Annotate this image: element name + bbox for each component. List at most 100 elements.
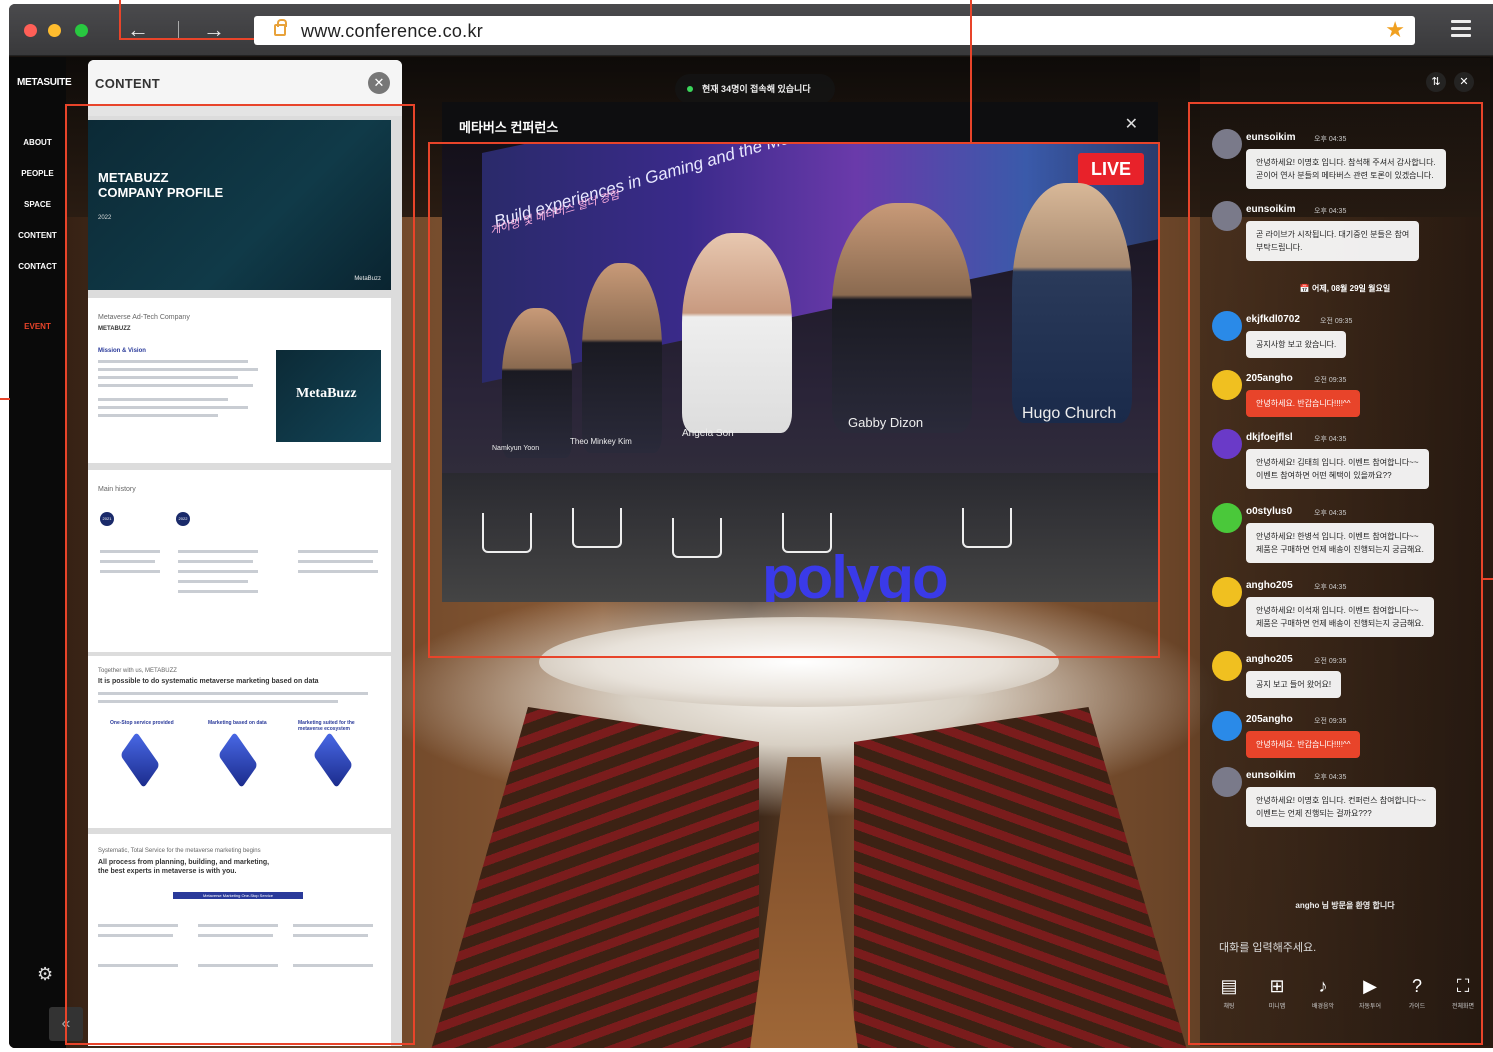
- text-line: [98, 368, 258, 371]
- text-line: [98, 700, 338, 703]
- live-badge: LIVE: [1078, 153, 1144, 185]
- sidebar-item-contact[interactable]: CONTACT: [9, 262, 66, 271]
- page4-col1: One-Stop service provided: [110, 720, 174, 726]
- browser-toolbar: ← → www.conference.co.kr ★: [9, 4, 1493, 56]
- text-line: [100, 550, 160, 553]
- text-line: [293, 924, 373, 927]
- year-badge: 2022: [176, 512, 190, 526]
- chat-username[interactable]: eunsoikim: [1246, 132, 1295, 143]
- close-icon[interactable]: ✕: [1125, 114, 1138, 134]
- pdf-viewer-toolbar[interactable]: [88, 104, 402, 116]
- collapse-sidebar-button[interactable]: «: [49, 1007, 83, 1041]
- seating-left: [429, 707, 759, 1048]
- text-line: [98, 376, 238, 379]
- speaker-name: Angela Son: [682, 428, 734, 439]
- seating-right: [854, 707, 1189, 1048]
- chat-username[interactable]: ekjfkdl0702: [1246, 314, 1300, 325]
- music-button[interactable]: ♪ 배경음악: [1300, 973, 1346, 1023]
- text-line: [178, 570, 258, 573]
- chat-timestamp: 오후 04:35: [1314, 436, 1347, 443]
- address-bar[interactable]: www.conference.co.kr ★: [254, 16, 1415, 45]
- chat-username[interactable]: angho205: [1246, 654, 1293, 665]
- arrow-left-icon[interactable]: ←: [125, 14, 151, 46]
- hamburger-menu-icon[interactable]: [1451, 20, 1471, 37]
- chat-timestamp: 오후 04:35: [1314, 584, 1347, 591]
- isometric-illustration: [313, 731, 353, 789]
- text-line: [98, 934, 173, 937]
- sidebar-item-event[interactable]: EVENT: [9, 322, 66, 331]
- chat-username[interactable]: 205angho: [1246, 373, 1293, 384]
- chat-bubble: 안녕하세요! 이석재 입니다. 이벤트 참여합니다~~ 제품은 구매하면 언제 …: [1246, 597, 1434, 637]
- video-panel: 메타버스 컨퍼런스 ✕ Build experiences in Gaming …: [442, 102, 1158, 602]
- star-icon[interactable]: ★: [1385, 17, 1405, 43]
- cover-year: 2022: [98, 215, 112, 221]
- avatar: [1212, 503, 1242, 533]
- panel-chair: [962, 508, 1012, 548]
- arrow-right-icon[interactable]: →: [201, 14, 227, 46]
- chat-bubble: 안녕하세요! 이명호 입니다. 참석해 주셔서 감사합니다. 곧이어 연사 분들…: [1246, 149, 1446, 189]
- mute-icon: ♪: [1318, 976, 1328, 996]
- text-line: [293, 964, 373, 967]
- page5-service-button: Metaverse Marketing One-Stop Service: [173, 892, 303, 899]
- map-icon: ⊞: [1269, 976, 1285, 996]
- panel-chair: [572, 508, 622, 548]
- video-panel-title: 메타버스 컨퍼런스: [459, 120, 559, 135]
- toolbar-label: 가이드: [1408, 1004, 1426, 1010]
- sidebar-item-content[interactable]: CONTENT: [9, 231, 66, 240]
- chat-username[interactable]: angho205: [1246, 580, 1293, 591]
- live-video-player[interactable]: Build experiences in Gaming and the Meta…: [442, 143, 1158, 602]
- pdf-document[interactable]: METABUZZ COMPANY PROFILE 2022 MetaBuzz M…: [88, 116, 402, 1046]
- maximize-window-button[interactable]: [75, 24, 88, 37]
- chat-input[interactable]: 대화를 입력해주세요.: [1219, 939, 1316, 955]
- text-line: [298, 560, 373, 563]
- text-line: [178, 560, 253, 563]
- doc-page-company: Metaverse Ad-Tech Company METABUZZ Missi…: [88, 298, 391, 463]
- text-line: [98, 692, 368, 695]
- sidebar-item-space[interactable]: SPACE: [9, 200, 66, 209]
- guide-button[interactable]: ? 가이드: [1394, 973, 1440, 1023]
- chat-button[interactable]: ▤ 채팅: [1206, 973, 1252, 1023]
- avatar: [1212, 311, 1242, 341]
- gear-icon[interactable]: ⚙: [37, 965, 55, 983]
- chat-username[interactable]: dkjfoejflsl: [1246, 432, 1293, 443]
- page2-sub: METABUZZ: [98, 326, 131, 332]
- text-line: [178, 580, 248, 583]
- text-line: [98, 398, 228, 401]
- help-icon: ?: [1411, 976, 1422, 996]
- center-aisle: [749, 757, 859, 1048]
- chat-timestamp: 오후 04:35: [1314, 774, 1347, 781]
- text-line: [198, 924, 278, 927]
- chat-toolbar: ▤ 채팅 ⊞ 미니맵 ♪ 배경음악 ▶ 자동투어 ? 가이드 ⛶ 전체화면: [1200, 973, 1490, 1033]
- minimize-window-button[interactable]: [48, 24, 61, 37]
- speaker-name: Hugo Church: [1022, 405, 1117, 422]
- close-icon[interactable]: ✕: [368, 72, 390, 94]
- doc-page-together: Together with us, METABUZZ It is possibl…: [88, 656, 391, 828]
- chat-bubble: 곧 라이브가 시작됩니다. 대기중인 분들은 참여 부탁드립니다.: [1246, 221, 1420, 261]
- chat-username[interactable]: o0stylus0: [1246, 506, 1292, 517]
- swap-icon[interactable]: ⇅: [1426, 72, 1446, 92]
- avatar: [1212, 201, 1242, 231]
- close-icon[interactable]: ✕: [1454, 72, 1474, 92]
- url-text[interactable]: www.conference.co.kr: [301, 21, 483, 42]
- minimap-button[interactable]: ⊞ 미니맵: [1254, 973, 1300, 1023]
- close-window-button[interactable]: [24, 24, 37, 37]
- autotour-button[interactable]: ▶ 자동투어: [1347, 973, 1393, 1023]
- date-separator: 📅 어제, 08월 29일 월요일: [1299, 284, 1391, 293]
- toolbar-label: 자동투어: [1358, 1004, 1382, 1010]
- speaker-name: Gabby Dizon: [848, 415, 924, 430]
- speaker-portrait: [832, 203, 972, 433]
- chat-username[interactable]: 205angho: [1246, 714, 1293, 725]
- brand-logo[interactable]: METASUITE: [17, 77, 72, 88]
- text-line: [100, 560, 155, 563]
- page4-title: It is possible to do systematic metavers…: [98, 678, 319, 685]
- annotation-line: [1482, 578, 1493, 580]
- text-line: [298, 570, 378, 573]
- fullscreen-button[interactable]: ⛶ 전체화면: [1440, 973, 1486, 1023]
- sidebar-item-people[interactable]: PEOPLE: [9, 169, 66, 178]
- chat-username[interactable]: eunsoikim: [1246, 204, 1295, 215]
- speaker-portrait: [1012, 183, 1132, 423]
- sidebar-item-about[interactable]: ABOUT: [9, 138, 66, 147]
- welcome-notice: angho 님 방문을 환영 합니다: [1295, 901, 1395, 910]
- year-badge: 2021: [100, 512, 114, 526]
- chat-username[interactable]: eunsoikim: [1246, 770, 1295, 781]
